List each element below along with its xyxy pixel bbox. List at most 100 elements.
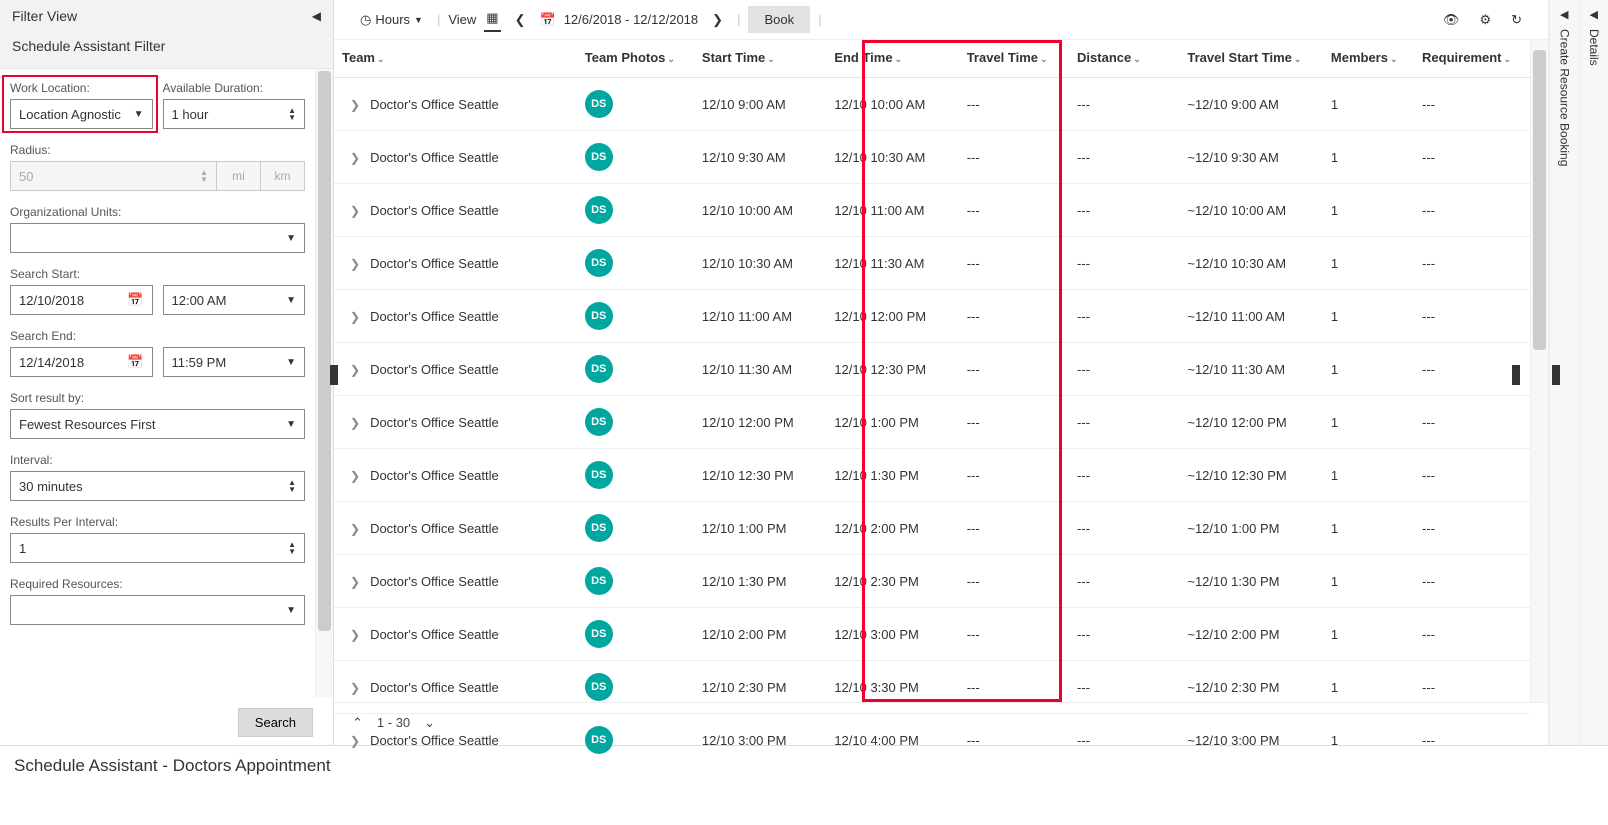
expand-chevron-icon[interactable]: ❯	[350, 575, 360, 589]
column-header-label: Requirement	[1422, 50, 1501, 65]
gear-icon[interactable]: ⚙	[1473, 8, 1497, 32]
refresh-icon[interactable]: ↻	[1505, 8, 1528, 32]
prev-date-button[interactable]: ❮	[509, 8, 532, 32]
travel-time: ---	[959, 343, 1069, 396]
interval-stepper[interactable]: 30 minutes ▲▼	[10, 471, 305, 501]
search-start-date[interactable]: 12/10/2018 📅	[10, 285, 153, 315]
splitter-handle-right[interactable]	[1512, 365, 1520, 385]
column-header-label: Team Photos	[585, 50, 666, 65]
chevron-left-icon: ◀	[1590, 8, 1598, 21]
avatar: DS	[585, 408, 613, 436]
travel-time: ---	[959, 502, 1069, 555]
visibility-icon[interactable]: 👁	[1437, 8, 1466, 32]
expand-chevron-icon[interactable]: ❯	[350, 469, 360, 483]
org-units-dropdown[interactable]: ▼	[10, 223, 305, 253]
column-header[interactable]: Members⌄	[1323, 40, 1414, 78]
end-time: 12/10 2:00 PM	[826, 502, 958, 555]
search-button[interactable]: Search	[238, 708, 313, 737]
calendar-icon[interactable]: 📅	[540, 12, 556, 28]
travel-time: ---	[959, 608, 1069, 661]
sort-by-label: Sort result by:	[10, 391, 305, 405]
splitter-handle-left[interactable]	[330, 365, 338, 385]
start-time: 12/10 10:00 AM	[694, 184, 826, 237]
table-row[interactable]: ❯Doctor's Office SeattleDS12/10 2:00 PM1…	[334, 608, 1530, 661]
chevron-down-icon: ▼	[286, 357, 296, 368]
org-units-label: Organizational Units:	[10, 205, 305, 219]
table-row[interactable]: ❯Doctor's Office SeattleDS12/10 12:30 PM…	[334, 449, 1530, 502]
required-resources-label: Required Resources:	[10, 577, 305, 591]
travel-start-time: ~12/10 9:00 AM	[1179, 78, 1323, 131]
hours-dropdown[interactable]: ◷ Hours ▼	[354, 8, 429, 32]
table-row[interactable]: ❯Doctor's Office SeattleDS12/10 11:00 AM…	[334, 290, 1530, 343]
table-row[interactable]: ❯Doctor's Office SeattleDS12/10 1:00 PM1…	[334, 502, 1530, 555]
table-row[interactable]: ❯Doctor's Office SeattleDS12/10 9:00 AM1…	[334, 78, 1530, 131]
sort-by-dropdown[interactable]: Fewest Resources First ▼	[10, 409, 305, 439]
travel-start-time: ~12/10 2:00 PM	[1179, 608, 1323, 661]
details-panel[interactable]: ◀ Details	[1579, 0, 1608, 745]
results-per-interval-stepper[interactable]: 1 ▲▼	[10, 533, 305, 563]
expand-chevron-icon[interactable]: ❯	[350, 151, 360, 165]
travel-start-time: ~12/10 10:30 AM	[1179, 237, 1323, 290]
expand-chevron-icon[interactable]: ❯	[350, 734, 360, 748]
expand-chevron-icon[interactable]: ❯	[350, 681, 360, 695]
required-resources-dropdown[interactable]: ▼	[10, 595, 305, 625]
column-header[interactable]: Requirement⌄	[1414, 40, 1530, 78]
expand-chevron-icon[interactable]: ❯	[350, 204, 360, 218]
collapse-filter-icon[interactable]: ◀	[312, 9, 321, 23]
table-row[interactable]: ❯Doctor's Office SeattleDS12/10 12:00 PM…	[334, 396, 1530, 449]
grid-view-icon[interactable]: ▦	[484, 8, 500, 32]
next-date-button[interactable]: ❯	[706, 8, 729, 32]
table-row[interactable]: ❯Doctor's Office SeattleDS12/10 1:30 PM1…	[334, 555, 1530, 608]
start-time: 12/10 1:00 PM	[694, 502, 826, 555]
expand-chevron-icon[interactable]: ❯	[350, 416, 360, 430]
column-header[interactable]: Travel Time⌄	[959, 40, 1069, 78]
team-name: Doctor's Office Seattle	[370, 680, 499, 695]
grid-scrollbar[interactable]	[1530, 40, 1548, 702]
available-duration-stepper[interactable]: 1 hour ▲▼	[163, 99, 306, 129]
expand-chevron-icon[interactable]: ❯	[350, 363, 360, 377]
expand-chevron-icon[interactable]: ❯	[350, 628, 360, 642]
table-row[interactable]: ❯Doctor's Office SeattleDS12/10 10:30 AM…	[334, 237, 1530, 290]
column-header[interactable]: Start Time⌄	[694, 40, 826, 78]
column-header[interactable]: Team⌄	[334, 40, 577, 78]
distance: ---	[1069, 449, 1179, 502]
search-end-date[interactable]: 12/14/2018 📅	[10, 347, 153, 377]
expand-chevron-icon[interactable]: ❯	[350, 522, 360, 536]
requirement: ---	[1414, 661, 1530, 714]
start-time: 12/10 12:00 PM	[694, 396, 826, 449]
end-time: 12/10 3:00 PM	[826, 608, 958, 661]
table-row[interactable]: ❯Doctor's Office SeattleDS12/10 9:30 AM1…	[334, 131, 1530, 184]
members: 1	[1323, 449, 1414, 502]
travel-start-time: ~12/10 9:30 AM	[1179, 131, 1323, 184]
column-header[interactable]: Team Photos⌄	[577, 40, 694, 78]
requirement: ---	[1414, 449, 1530, 502]
sort-caret-icon: ⌄	[767, 54, 775, 64]
travel-time: ---	[959, 290, 1069, 343]
sort-by-value: Fewest Resources First	[19, 417, 156, 432]
filter-panel: Filter View ◀ Schedule Assistant Filter …	[0, 0, 334, 745]
book-button[interactable]: Book	[748, 6, 810, 33]
search-end-time[interactable]: 11:59 PM ▼	[163, 347, 306, 377]
requirement: ---	[1414, 237, 1530, 290]
column-header[interactable]: Distance⌄	[1069, 40, 1179, 78]
expand-chevron-icon[interactable]: ❯	[350, 310, 360, 324]
end-time: 12/10 12:00 PM	[826, 290, 958, 343]
expand-chevron-icon[interactable]: ❯	[350, 257, 360, 271]
travel-start-time: ~12/10 12:00 PM	[1179, 396, 1323, 449]
search-end-date-value: 12/14/2018	[19, 355, 84, 370]
radius-value: 50	[19, 169, 33, 184]
work-location-dropdown[interactable]: Location Agnostic ▼	[10, 99, 153, 129]
column-header[interactable]: End Time⌄	[826, 40, 958, 78]
results-per-interval-label: Results Per Interval:	[10, 515, 305, 529]
table-row[interactable]: ❯Doctor's Office SeattleDS12/10 3:00 PM1…	[334, 714, 1530, 767]
column-header[interactable]: Travel Start Time⌄	[1179, 40, 1323, 78]
expand-chevron-icon[interactable]: ❯	[350, 98, 360, 112]
view-label: View	[448, 12, 476, 27]
search-start-label: Search Start:	[10, 267, 305, 281]
table-row[interactable]: ❯Doctor's Office SeattleDS12/10 2:30 PM1…	[334, 661, 1530, 714]
start-time: 12/10 9:00 AM	[694, 78, 826, 131]
table-row[interactable]: ❯Doctor's Office SeattleDS12/10 10:00 AM…	[334, 184, 1530, 237]
footer-title: Schedule Assistant - Doctors Appointment	[14, 756, 331, 776]
search-start-time[interactable]: 12:00 AM ▼	[163, 285, 306, 315]
table-row[interactable]: ❯Doctor's Office SeattleDS12/10 11:30 AM…	[334, 343, 1530, 396]
